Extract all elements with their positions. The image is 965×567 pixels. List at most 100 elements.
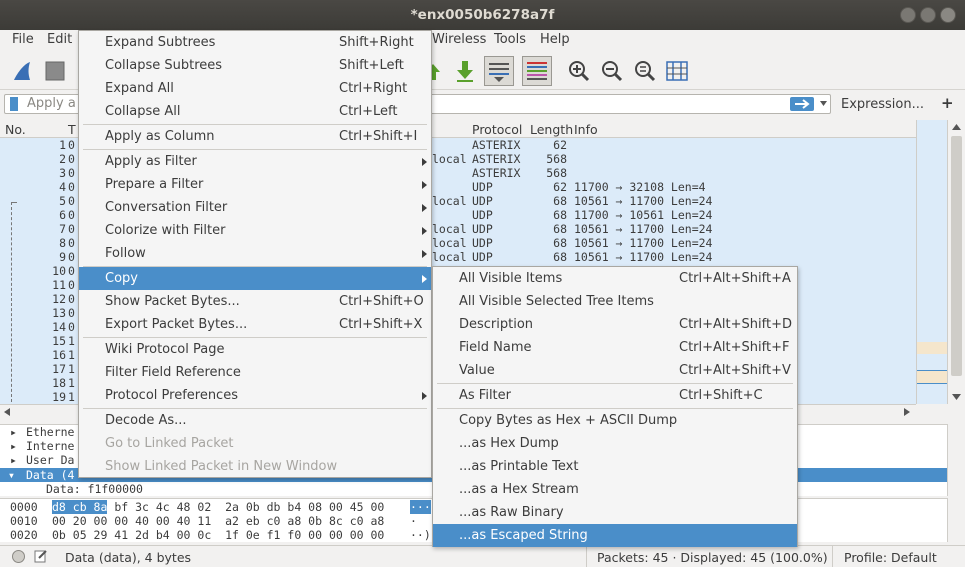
scroll-down-icon[interactable] bbox=[952, 394, 961, 400]
cell-len: 62 bbox=[553, 180, 567, 194]
cell-t: 0 bbox=[68, 278, 75, 292]
menu-item-expand-subtrees[interactable]: Expand Subtrees Shift+Right bbox=[79, 31, 431, 54]
submenu-arrow-icon bbox=[422, 204, 427, 212]
close-icon[interactable] bbox=[940, 7, 956, 23]
menu-item-show-packet-bytes[interactable]: Show Packet Bytes... Ctrl+Shift+O bbox=[79, 290, 431, 313]
menu-wireless[interactable]: Wireless bbox=[432, 32, 486, 47]
expert-info-icon[interactable] bbox=[12, 550, 25, 563]
resize-columns-icon[interactable] bbox=[664, 58, 690, 84]
copy-item-as-raw-binary[interactable]: ...as Raw Binary bbox=[433, 501, 797, 524]
copy-item-as-filter[interactable]: As Filter Ctrl+Shift+C bbox=[433, 384, 797, 407]
menu-item-collapse-subtrees[interactable]: Collapse Subtrees Shift+Left bbox=[79, 54, 431, 77]
copy-item-as-a-hex-stream[interactable]: ...as a Hex Stream bbox=[433, 478, 797, 501]
copy-item-all-visible-items[interactable]: All Visible Items Ctrl+Alt+Shift+A bbox=[433, 267, 797, 290]
col-no[interactable]: No. bbox=[5, 122, 26, 137]
packet-list-minimap[interactable] bbox=[916, 120, 947, 404]
cell-len: 68 bbox=[553, 250, 567, 264]
zoom-out-icon[interactable] bbox=[599, 58, 625, 84]
shark-fin-start-icon[interactable] bbox=[10, 58, 36, 84]
cell-t: 0 bbox=[68, 292, 75, 306]
submenu-arrow-icon bbox=[422, 181, 427, 189]
capture-comment-icon[interactable] bbox=[34, 549, 48, 563]
status-profile[interactable]: Profile: Default bbox=[844, 550, 937, 565]
copy-item-as-escaped-string[interactable]: ...as Escaped String bbox=[433, 524, 797, 547]
menu-item-shortcut: Ctrl+Alt+Shift+V bbox=[679, 363, 791, 378]
bytes-scrollbar[interactable] bbox=[947, 498, 965, 542]
menu-edit[interactable]: Edit bbox=[47, 32, 72, 47]
tree-label: Interne bbox=[26, 439, 75, 453]
col-length[interactable]: Length bbox=[530, 122, 573, 137]
maximize-icon[interactable] bbox=[920, 7, 936, 23]
statusbar: Data (data), 4 bytes Packets: 45 · Displ… bbox=[0, 545, 965, 567]
cell-t: 0 bbox=[68, 250, 75, 264]
add-filter-button[interactable]: + bbox=[941, 94, 954, 112]
menu-item-colorize-with-filter[interactable]: Colorize with Filter bbox=[79, 219, 431, 242]
menu-file[interactable]: File bbox=[12, 32, 34, 47]
menu-item-label: Decode As... bbox=[105, 413, 187, 428]
apply-filter-arrow-icon[interactable] bbox=[790, 97, 814, 111]
menu-item-conversation-filter[interactable]: Conversation Filter bbox=[79, 196, 431, 219]
menu-item-wiki-protocol-page[interactable]: Wiki Protocol Page bbox=[79, 338, 431, 361]
stop-capture-icon[interactable] bbox=[42, 58, 68, 84]
autoscroll-icon[interactable] bbox=[484, 56, 514, 86]
colorize-icon[interactable] bbox=[522, 56, 552, 86]
bytes-selected: d8 cb 8a bbox=[52, 500, 108, 514]
go-last-icon[interactable] bbox=[452, 58, 478, 84]
cell-info: 11700 → 32108 Len=4 bbox=[574, 180, 706, 194]
cell-no: 18 bbox=[52, 376, 66, 390]
packet-list-scrollbar[interactable] bbox=[947, 120, 965, 404]
copy-item-as-hex-dump[interactable]: ...as Hex Dump bbox=[433, 432, 797, 455]
menu-item-apply-as-column[interactable]: Apply as Column Ctrl+Shift+I bbox=[79, 125, 431, 148]
menu-item-export-packet-bytes[interactable]: Export Packet Bytes... Ctrl+Shift+X bbox=[79, 313, 431, 336]
menu-item-protocol-preferences[interactable]: Protocol Preferences bbox=[79, 384, 431, 407]
zoom-in-icon[interactable] bbox=[566, 58, 592, 84]
menu-item-follow[interactable]: Follow bbox=[79, 242, 431, 265]
cell-len: 68 bbox=[553, 236, 567, 250]
menu-item-filter-field-reference[interactable]: Filter Field Reference bbox=[79, 361, 431, 384]
menu-tools[interactable]: Tools bbox=[494, 32, 526, 47]
copy-item-value[interactable]: Value Ctrl+Alt+Shift+V bbox=[433, 359, 797, 382]
scroll-up-icon[interactable] bbox=[952, 124, 961, 130]
col-time[interactable]: T bbox=[68, 122, 76, 137]
cell-no: 9 bbox=[59, 250, 66, 264]
menu-item-prepare-a-filter[interactable]: Prepare a Filter bbox=[79, 173, 431, 196]
menu-item-label: Expand Subtrees bbox=[105, 35, 216, 50]
col-protocol[interactable]: Protocol bbox=[472, 122, 522, 137]
bookmark-icon[interactable] bbox=[10, 97, 18, 111]
cell-no: 12 bbox=[52, 292, 66, 306]
cell-info: 10561 → 11700 Len=24 bbox=[574, 236, 713, 250]
scroll-right-icon[interactable] bbox=[904, 408, 910, 416]
context-menu: Expand Subtrees Shift+Right Collapse Subtr… bbox=[78, 30, 432, 478]
cell-src: local bbox=[432, 222, 467, 236]
cell-proto: UDP bbox=[472, 222, 493, 236]
cell-no: 3 bbox=[59, 166, 66, 180]
copy-item-all-visible-selected-tree-items[interactable]: All Visible Selected Tree Items bbox=[433, 290, 797, 313]
menu-item-expand-all[interactable]: Expand All Ctrl+Right bbox=[79, 77, 431, 100]
menu-item-label: ...as Raw Binary bbox=[459, 505, 564, 520]
menu-item-collapse-all[interactable]: Collapse All Ctrl+Left bbox=[79, 100, 431, 123]
menu-item-decode-as[interactable]: Decode As... bbox=[79, 409, 431, 432]
copy-item-field-name[interactable]: Field Name Ctrl+Alt+Shift+F bbox=[433, 336, 797, 359]
zoom-reset-icon[interactable] bbox=[632, 58, 658, 84]
cell-len: 568 bbox=[546, 166, 567, 180]
cell-t: 0 bbox=[68, 152, 75, 166]
cell-src: local bbox=[432, 194, 467, 208]
menu-item-copy[interactable]: Copy bbox=[79, 267, 431, 290]
filter-history-dropdown-icon[interactable] bbox=[819, 100, 828, 108]
cell-src: local bbox=[432, 152, 467, 166]
cell-no: 7 bbox=[59, 222, 66, 236]
tree-item-data-value[interactable]: Data: f1f00000 bbox=[46, 482, 143, 496]
minimize-icon[interactable] bbox=[900, 7, 916, 23]
menu-item-apply-as-filter[interactable]: Apply as Filter bbox=[79, 150, 431, 173]
bytes-ascii: · bbox=[410, 514, 417, 528]
scroll-left-icon[interactable] bbox=[4, 408, 10, 416]
copy-item-copy-bytes-as-hex-ascii-dump[interactable]: Copy Bytes as Hex + ASCII Dump bbox=[433, 409, 797, 432]
menu-item-label: Go to Linked Packet bbox=[105, 436, 234, 451]
copy-item-as-printable-text[interactable]: ...as Printable Text bbox=[433, 455, 797, 478]
details-scrollbar[interactable] bbox=[947, 424, 965, 496]
menu-help[interactable]: Help bbox=[540, 32, 570, 47]
cell-no: 16 bbox=[52, 348, 66, 362]
expression-button[interactable]: Expression... bbox=[841, 97, 924, 112]
col-info[interactable]: Info bbox=[574, 122, 598, 137]
copy-item-description[interactable]: Description Ctrl+Alt+Shift+D bbox=[433, 313, 797, 336]
